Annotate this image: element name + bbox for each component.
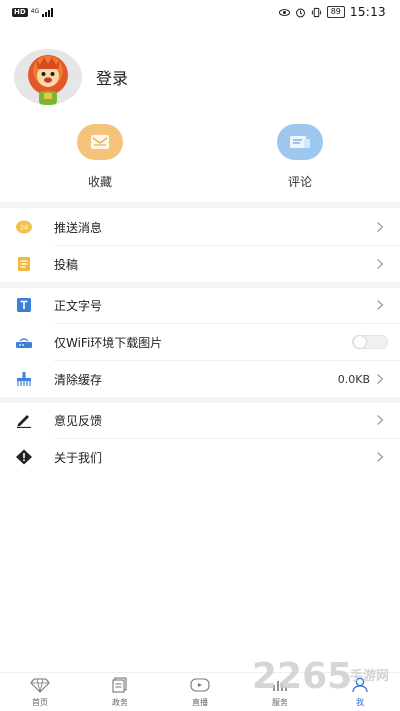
svg-text:24: 24 [20,224,28,232]
favorites-label: 收藏 [87,175,112,189]
font-size-label: 正文字号 [54,298,103,313]
login-label[interactable]: 登录 [96,65,128,89]
favorites-icon-circle [77,124,123,160]
svg-text:手游网: 手游网 [350,668,389,684]
nav-government-label: 政务 [112,698,128,707]
push-24-icon: 24 [16,220,32,234]
comments-icon-circle [277,124,323,160]
text-size-icon [17,298,31,312]
nav-government[interactable]: 政务 [90,677,150,708]
notepad-icon [18,257,30,271]
live-video-icon [190,678,210,692]
document-stack-icon [112,677,127,693]
quick-actions: 收藏 评论 [0,124,400,200]
status-right: 89 15:13 [278,5,386,19]
eye-icon [278,8,290,16]
mascot-avatar-icon [28,55,68,105]
nav-me-label: 我 [356,698,364,707]
vibrate-icon [311,7,321,17]
push-messages-label: 推送消息 [54,220,103,235]
about-us-label: 关于我们 [54,450,103,465]
chevron-right-icon [377,259,384,269]
signal-icon [42,7,54,17]
menu-push-messages[interactable]: 24 推送消息 [0,208,400,246]
site-watermark-logo: 2265 手游网 [252,656,389,696]
nav-home-label: 首页 [32,698,48,707]
broom-icon [17,372,31,386]
router-icon [16,338,32,348]
menu-about-us[interactable]: 关于我们 [0,438,400,476]
nav-home[interactable]: 首页 [10,677,70,708]
menu-wifi-images: 仅WiFi环境下载图片 [0,323,400,361]
chevron-right-icon [377,222,384,232]
submit-article-label: 投稿 [54,257,79,272]
hd-badge: HD [12,7,28,17]
menu-clear-cache[interactable]: 清除缓存 0.0KB [0,360,400,398]
clock: 15:13 [349,5,386,19]
envelope-icon [91,135,109,149]
chevron-right-icon [377,415,384,425]
diamond-home-icon [30,678,50,693]
network-type: 4G [30,8,40,15]
wifi-images-label: 仅WiFi环境下载图片 [54,335,163,350]
favorites-button[interactable]: 收藏 [60,124,140,190]
battery-indicator: 89 [326,6,345,18]
menu-submit-article[interactable]: 投稿 [0,245,400,283]
alarm-icon [295,8,305,17]
toggle-knob [353,335,367,349]
svg-text:2265: 2265 [252,656,352,696]
clear-cache-label: 清除缓存 [54,372,103,387]
menu-feedback[interactable]: 意见反馈 [0,401,400,439]
comments-label: 评论 [287,175,312,189]
cache-size: 0.0KB [337,372,370,386]
status-bar: HD 4G 89 15:13 [0,0,400,24]
comments-button[interactable]: 评论 [260,124,340,190]
profile-header[interactable]: 登录 [14,49,128,105]
comment-card-icon [290,136,310,148]
nav-live-label: 直播 [192,698,208,707]
info-diamond-icon [16,449,32,465]
status-left: HD 4G [12,7,54,17]
chevron-right-icon [377,374,384,384]
chevron-right-icon [377,452,384,462]
pencil-icon [17,415,31,428]
menu-font-size[interactable]: 正文字号 [0,286,400,324]
nav-live[interactable]: 直播 [170,677,230,708]
nav-services-label: 服务 [272,698,288,707]
chevron-right-icon [377,300,384,310]
avatar[interactable] [14,49,82,105]
feedback-label: 意见反馈 [54,413,103,428]
wifi-images-toggle[interactable] [352,335,388,349]
